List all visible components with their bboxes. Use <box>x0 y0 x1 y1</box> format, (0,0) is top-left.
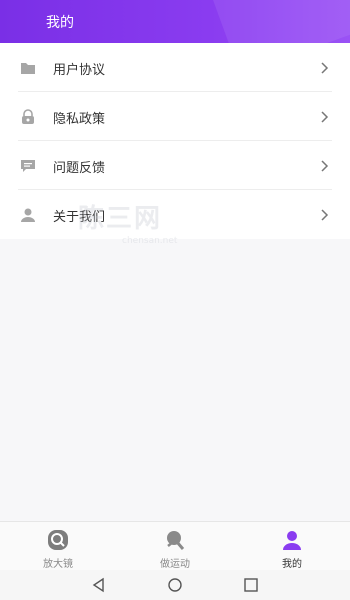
chevron-right-icon <box>320 158 330 172</box>
menu-item-about-us[interactable]: 关于我们 <box>0 190 350 239</box>
app-header: 我的 <box>0 0 350 43</box>
menu-item-label: 用户协议 <box>53 63 106 78</box>
menu-item-label: 关于我们 <box>53 210 106 225</box>
system-navigation-bar <box>0 570 350 600</box>
back-icon[interactable] <box>91 577 107 593</box>
lock-icon <box>20 109 36 125</box>
person-icon <box>281 529 303 551</box>
tab-magnifier[interactable]: 放大镜 <box>0 522 116 571</box>
menu-item-label: 隐私政策 <box>53 112 106 127</box>
menu-item-privacy-policy[interactable]: 隐私政策 <box>0 92 350 141</box>
header-decoration <box>209 0 350 43</box>
tab-mine[interactable]: 我的 <box>234 522 350 571</box>
menu-item-feedback[interactable]: 问题反馈 <box>0 141 350 190</box>
folder-icon <box>20 60 36 76</box>
bottom-tab-bar: 放大镜 做运动 我的 <box>0 521 350 570</box>
home-icon[interactable] <box>167 577 183 593</box>
tab-label: 放大镜 <box>43 559 73 570</box>
magnifier-icon <box>47 529 69 551</box>
page-title: 我的 <box>46 15 74 31</box>
chevron-right-icon <box>320 207 330 221</box>
message-icon <box>20 158 36 174</box>
empty-content-area <box>0 239 350 521</box>
settings-menu: 用户协议 隐私政策 问题反馈 关于我们 <box>0 43 350 239</box>
user-icon <box>20 207 36 223</box>
tab-label: 做运动 <box>160 559 190 570</box>
chevron-right-icon <box>320 60 330 74</box>
chevron-right-icon <box>320 109 330 123</box>
tab-sport[interactable]: 做运动 <box>117 522 233 571</box>
recents-icon[interactable] <box>243 577 259 593</box>
menu-item-label: 问题反馈 <box>53 161 106 176</box>
menu-item-user-agreement[interactable]: 用户协议 <box>0 43 350 92</box>
tab-label: 我的 <box>282 559 302 570</box>
sport-icon <box>164 529 186 551</box>
